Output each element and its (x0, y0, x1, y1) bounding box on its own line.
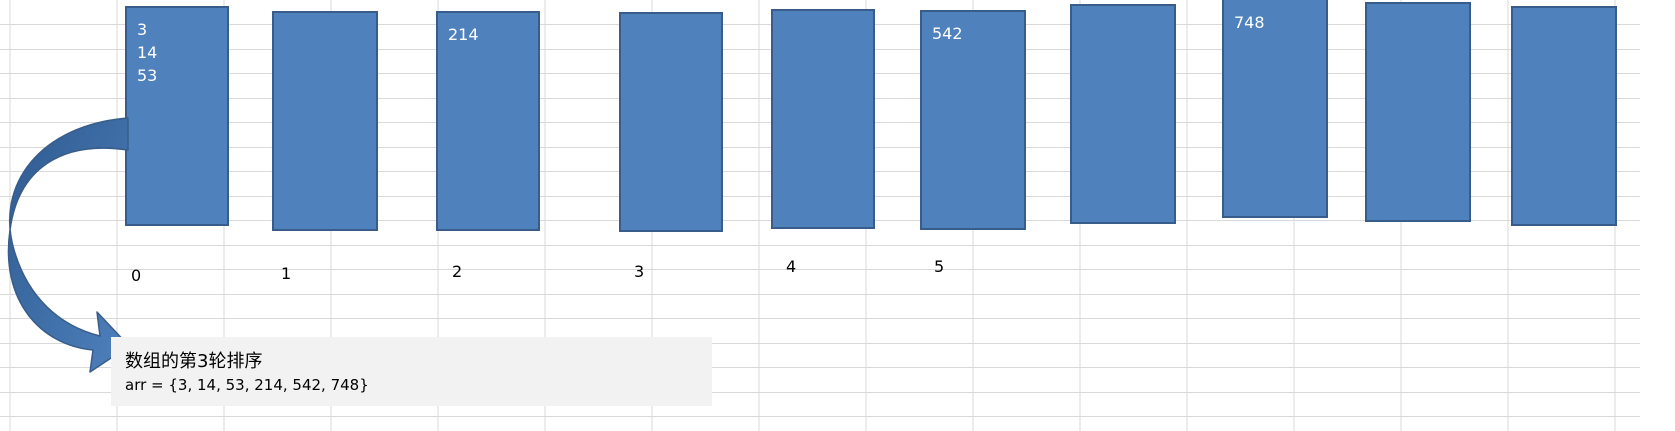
bucket-0-value: 14 (137, 43, 158, 62)
bucket-0-index: 0 (131, 266, 142, 285)
bucket-6 (1070, 4, 1176, 224)
bucket-1-index: 1 (281, 264, 292, 283)
bucket-8 (1365, 2, 1471, 222)
caption-array: arr = {3, 14, 53, 214, 542, 748} (125, 376, 369, 394)
bucket-0-values: 3 14 53 (137, 18, 157, 87)
bucket-1 (272, 11, 378, 231)
bucket-2-value: 214 (448, 25, 479, 44)
bucket-3-index: 3 (634, 262, 645, 281)
bucket-4 (771, 9, 875, 229)
bucket-0: 3 14 53 (125, 6, 229, 226)
bucket-0-value: 53 (137, 66, 158, 85)
bucket-3 (619, 12, 723, 232)
bucket-7-values: 748 (1234, 11, 1265, 34)
bucket-2: 214 (436, 11, 540, 231)
bucket-2-values: 214 (448, 23, 479, 46)
bucket-5: 542 (920, 10, 1026, 230)
bucket-9 (1511, 6, 1617, 226)
radix-sort-diagram: 3 14 53 214 542 748 0 1 2 3 4 5 数组的第3轮排序… (0, 0, 1675, 431)
bucket-7-value: 748 (1234, 13, 1265, 32)
bucket-0-value: 3 (137, 20, 148, 39)
caption-title: 数组的第3轮排序 (125, 351, 263, 372)
bucket-2-index: 2 (452, 262, 463, 281)
bucket-4-index: 4 (786, 257, 797, 276)
bucket-5-value: 542 (932, 24, 963, 43)
bucket-5-values: 542 (932, 22, 963, 45)
bucket-7: 748 (1222, 0, 1328, 218)
caption-box: 数组的第3轮排序 arr = {3, 14, 53, 214, 542, 748… (111, 337, 712, 406)
bucket-5-index: 5 (934, 257, 945, 276)
